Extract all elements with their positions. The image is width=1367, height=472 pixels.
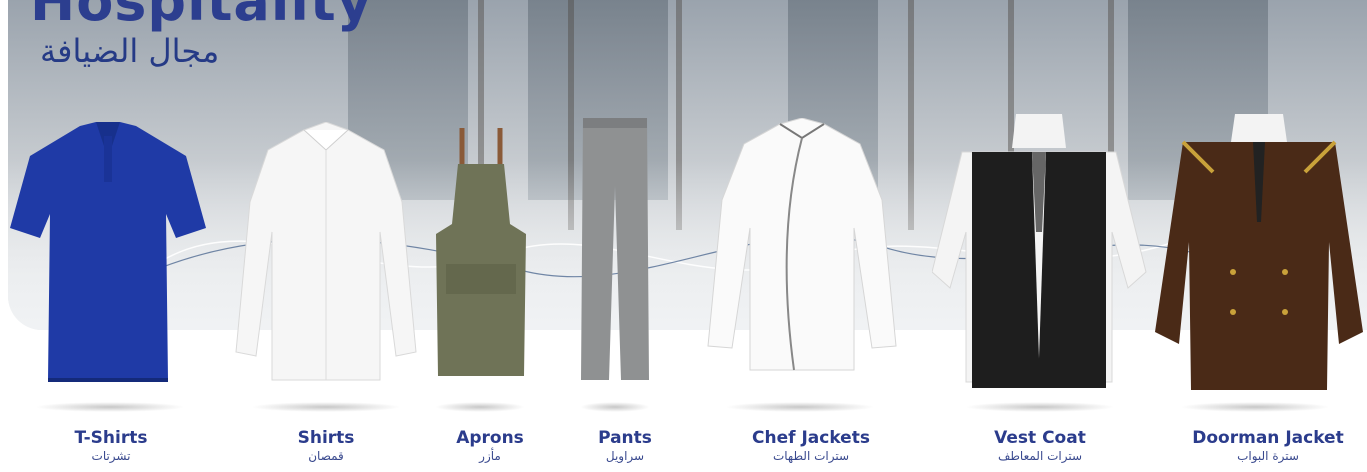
product-label-chef-jackets[interactable]: Chef Jackets سترات الطهات — [711, 428, 911, 464]
product-shadow — [725, 402, 875, 412]
product-label-t-shirts[interactable]: T-Shirts تشرتات — [11, 428, 211, 464]
product-shadow — [580, 402, 650, 412]
product-label-pants[interactable]: Pants سراويل — [525, 428, 725, 464]
product-shadow — [35, 402, 185, 412]
trousers-icon — [581, 118, 649, 380]
product-label-vest-coat[interactable]: Vest Coat سترات المعاطف — [940, 428, 1140, 464]
product-name-en: Pants — [598, 428, 652, 448]
product-shadow — [965, 402, 1115, 412]
product-name-ar: سترة البواب — [1237, 449, 1299, 463]
product-name-en: T-Shirts — [74, 428, 148, 448]
product-name-ar: تشرتات — [91, 449, 131, 463]
product-name-ar: سراويل — [605, 449, 645, 463]
vest-coat-icon — [932, 114, 1147, 388]
polo-tshirt-icon — [10, 122, 206, 382]
doorman-jacket-icon — [1155, 114, 1363, 390]
dress-shirt-icon — [235, 122, 417, 381]
product-name-ar: سترات الطهات — [772, 449, 850, 463]
product-shadow — [1180, 402, 1330, 412]
product-name-en: Vest Coat — [994, 428, 1086, 448]
product-shadow — [251, 402, 401, 412]
chef-jacket-icon — [707, 118, 897, 371]
apron-icon — [436, 128, 526, 376]
product-name-en: Doorman Jacket — [1192, 428, 1344, 448]
product-name-en: Chef Jackets — [752, 428, 870, 448]
product-label-doorman-jacket[interactable]: Doorman Jacket سترة البواب — [1168, 428, 1367, 464]
product-shadow — [435, 402, 525, 412]
product-name-ar: سترات المعاطف — [997, 449, 1083, 463]
